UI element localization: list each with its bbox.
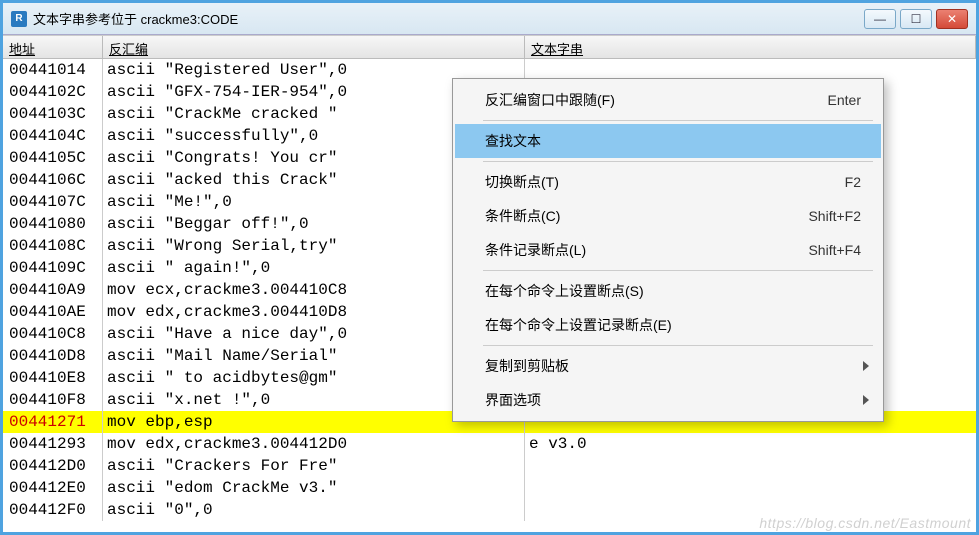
menu-separator xyxy=(483,345,873,346)
menu-item-label: 条件断点(C) xyxy=(485,206,808,226)
menu-item[interactable]: 复制到剪贴板 xyxy=(455,349,881,383)
cell-disassembly: ascii "Crackers For Fre" xyxy=(103,455,525,477)
cell-address: 0044109C xyxy=(3,257,103,279)
menu-item-label: 查找文本 xyxy=(485,131,861,151)
cell-address: 004412E0 xyxy=(3,477,103,499)
cell-address: 004410F8 xyxy=(3,389,103,411)
cell-address: 004412D0 xyxy=(3,455,103,477)
header-address[interactable]: 地址 xyxy=(3,36,103,58)
titlebar[interactable]: R 文本字串参考位于 crackme3:CODE — ☐ ✕ xyxy=(3,3,976,35)
menu-item[interactable]: 查找文本 xyxy=(455,124,881,158)
app-icon: R xyxy=(11,11,27,27)
cell-text-string: e v3.0 xyxy=(525,433,976,455)
table-row[interactable]: 00441293mov edx,crackme3.004412D0e v3.0 xyxy=(3,433,976,455)
menu-item[interactable]: 切换断点(T)F2 xyxy=(455,165,881,199)
menu-item-label: 复制到剪贴板 xyxy=(485,356,861,376)
menu-item[interactable]: 在每个命令上设置记录断点(E) xyxy=(455,308,881,342)
header-disassembly[interactable]: 反汇编 xyxy=(103,36,525,58)
window-controls: — ☐ ✕ xyxy=(864,9,968,29)
cell-address: 0044105C xyxy=(3,147,103,169)
cell-address: 004410E8 xyxy=(3,367,103,389)
cell-address: 0044107C xyxy=(3,191,103,213)
menu-item-label: 反汇编窗口中跟随(F) xyxy=(485,90,828,110)
menu-item[interactable]: 在每个命令上设置断点(S) xyxy=(455,274,881,308)
cell-text-string xyxy=(525,477,976,499)
menu-item-label: 切换断点(T) xyxy=(485,172,845,192)
cell-disassembly: ascii "0",0 xyxy=(103,499,525,521)
cell-address: 0044102C xyxy=(3,81,103,103)
cell-address: 00441080 xyxy=(3,213,103,235)
menu-item-label: 在每个命令上设置断点(S) xyxy=(485,281,861,301)
cell-address: 0044103C xyxy=(3,103,103,125)
cell-address: 0044106C xyxy=(3,169,103,191)
cell-address: 00441014 xyxy=(3,59,103,81)
cell-disassembly: mov edx,crackme3.004412D0 xyxy=(103,433,525,455)
cell-text-string xyxy=(525,455,976,477)
menu-item[interactable]: 界面选项 xyxy=(455,383,881,417)
menu-item[interactable]: 反汇编窗口中跟随(F)Enter xyxy=(455,83,881,117)
context-menu[interactable]: 反汇编窗口中跟随(F)Enter查找文本切换断点(T)F2条件断点(C)Shif… xyxy=(452,78,884,422)
cell-address: 004410A9 xyxy=(3,279,103,301)
table-row[interactable]: 004412E0ascii "edom CrackMe v3." xyxy=(3,477,976,499)
cell-address: 004410AE xyxy=(3,301,103,323)
cell-address: 00441271 xyxy=(3,411,103,433)
menu-separator xyxy=(483,161,873,162)
header-text-string[interactable]: 文本字串 xyxy=(525,36,976,58)
menu-item-shortcut: Shift+F2 xyxy=(808,208,861,224)
cell-address: 0044104C xyxy=(3,125,103,147)
menu-separator xyxy=(483,120,873,121)
cell-address: 0044108C xyxy=(3,235,103,257)
close-button[interactable]: ✕ xyxy=(936,9,968,29)
menu-item-shortcut: F2 xyxy=(845,174,861,190)
maximize-button[interactable]: ☐ xyxy=(900,9,932,29)
menu-item-shortcut: Shift+F4 xyxy=(808,242,861,258)
menu-item[interactable]: 条件记录断点(L)Shift+F4 xyxy=(455,233,881,267)
table-row[interactable]: 004412D0ascii "Crackers For Fre" xyxy=(3,455,976,477)
cell-address: 00441293 xyxy=(3,433,103,455)
cell-address: 004410C8 xyxy=(3,323,103,345)
minimize-button[interactable]: — xyxy=(864,9,896,29)
menu-separator xyxy=(483,270,873,271)
watermark: https://blog.csdn.net/Eastmount xyxy=(759,515,971,531)
menu-item-label: 界面选项 xyxy=(485,390,861,410)
cell-disassembly: ascii "edom CrackMe v3." xyxy=(103,477,525,499)
window-title: 文本字串参考位于 crackme3:CODE xyxy=(33,9,864,28)
menu-item-label: 在每个命令上设置记录断点(E) xyxy=(485,315,861,335)
column-headers: 地址 反汇编 文本字串 xyxy=(3,35,976,59)
menu-item-shortcut: Enter xyxy=(828,92,861,108)
menu-item-label: 条件记录断点(L) xyxy=(485,240,808,260)
cell-address: 004410D8 xyxy=(3,345,103,367)
cell-address: 004412F0 xyxy=(3,499,103,521)
menu-item[interactable]: 条件断点(C)Shift+F2 xyxy=(455,199,881,233)
